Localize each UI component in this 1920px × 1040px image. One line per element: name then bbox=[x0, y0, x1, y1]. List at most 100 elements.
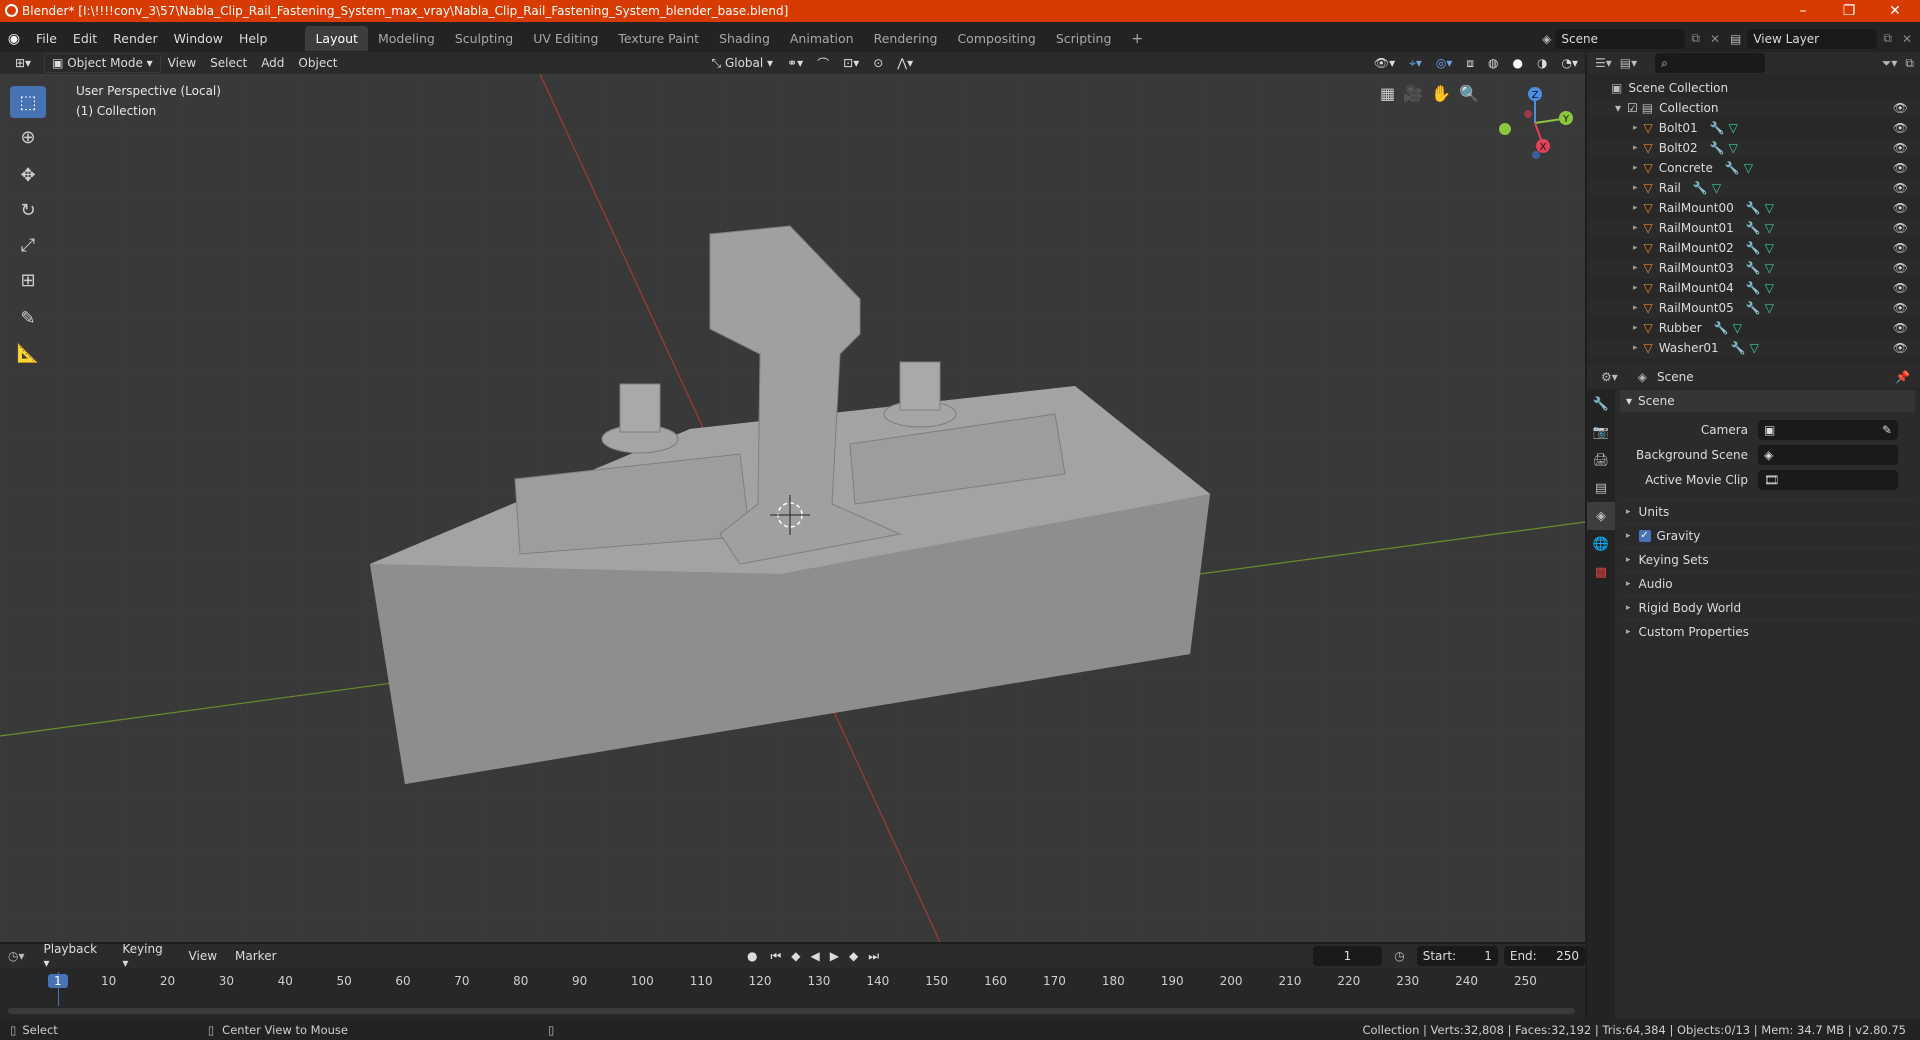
property-section[interactable]: ▸ ✓ Gravity bbox=[1620, 524, 1915, 546]
tab-compositing[interactable]: Compositing bbox=[947, 26, 1045, 51]
visibility-eye-icon[interactable]: 👁 bbox=[1893, 101, 1908, 115]
property-section[interactable]: ▸ Rigid Body World bbox=[1620, 596, 1915, 618]
proportional-edit-icon[interactable]: ⊙ bbox=[866, 54, 890, 72]
eyedropper-icon[interactable]: ✎ bbox=[1882, 423, 1892, 437]
property-section[interactable]: ▸ Audio bbox=[1620, 572, 1915, 594]
maximize-button[interactable]: ❐ bbox=[1826, 0, 1872, 22]
expand-chevron-icon[interactable]: ▸ bbox=[1633, 223, 1638, 233]
outliner-display-mode-icon[interactable]: ▤▾ bbox=[1620, 56, 1637, 70]
scene-icon[interactable]: ◈ bbox=[1538, 32, 1555, 46]
collection-checkbox[interactable]: ☑ bbox=[1627, 101, 1638, 115]
view-layer-icon[interactable]: ▤ bbox=[1724, 32, 1747, 46]
outliner-collection[interactable]: ▾ ☑ ▤ Collection 👁 bbox=[1587, 98, 1920, 118]
menu-edit[interactable]: Edit bbox=[65, 31, 105, 46]
tool-properties-tab-icon[interactable]: 🔧 bbox=[1587, 390, 1615, 418]
new-view-layer-icon[interactable]: ⧉ bbox=[1877, 31, 1898, 46]
rotate-tool-icon[interactable]: ↻ bbox=[10, 194, 46, 226]
orientation-selector[interactable]: ⤡ Global ▾ bbox=[705, 54, 781, 73]
zoom-icon[interactable]: 🔍 bbox=[1459, 84, 1479, 103]
menu-keying[interactable]: Keying ▾ bbox=[115, 940, 177, 972]
visibility-eye-icon[interactable]: 👁 bbox=[1893, 221, 1908, 235]
next-keyframe-icon[interactable]: ◆ bbox=[846, 949, 861, 963]
delete-scene-icon[interactable]: ✕ bbox=[1706, 32, 1724, 46]
menu-select[interactable]: Select bbox=[203, 54, 254, 72]
output-properties-tab-icon[interactable]: 🖨 bbox=[1587, 446, 1615, 474]
property-section[interactable]: ▸ Custom Properties bbox=[1620, 620, 1915, 642]
transform-tool-icon[interactable]: ⊞ bbox=[10, 264, 46, 296]
toggle-camera-grid-icon[interactable]: ▦ bbox=[1380, 84, 1395, 103]
camera-field[interactable]: ▣ ✎ bbox=[1758, 420, 1898, 440]
mesh-data-icon[interactable]: ▽ bbox=[1765, 301, 1774, 315]
outliner-item[interactable]: ▸ ▽ Rail 🔧 ▽ 👁 bbox=[1587, 178, 1920, 198]
play-reverse-icon[interactable]: ◀ bbox=[808, 949, 823, 963]
properties-editor-type-icon[interactable]: ⚙▾ bbox=[1601, 370, 1618, 384]
visibility-eye-icon[interactable]: 👁 bbox=[1893, 321, 1908, 335]
modifier-wrench-icon[interactable]: 🔧 bbox=[1731, 341, 1746, 355]
overlay-toggle-icon[interactable]: ◎▾ bbox=[1429, 54, 1460, 72]
mesh-data-icon[interactable]: ▽ bbox=[1729, 121, 1738, 135]
outliner-item[interactable]: ▸ ▽ RailMount01 🔧 ▽ 👁 bbox=[1587, 218, 1920, 238]
add-workspace-icon[interactable]: + bbox=[1121, 26, 1153, 52]
expand-chevron-icon[interactable]: ▸ bbox=[1633, 263, 1638, 273]
outliner-item[interactable]: ▸ ▽ Washer01 🔧 ▽ 👁 bbox=[1587, 338, 1920, 358]
tab-animation[interactable]: Animation bbox=[780, 26, 864, 51]
property-section[interactable]: ▸ Units bbox=[1620, 500, 1915, 522]
select-box-tool-icon[interactable]: ⬚ bbox=[10, 86, 46, 118]
material-shading-icon[interactable]: ◑ bbox=[1530, 54, 1554, 72]
modifier-wrench-icon[interactable]: 🔧 bbox=[1746, 301, 1761, 315]
gravity-checkbox[interactable]: ✓ bbox=[1638, 529, 1651, 542]
expand-chevron-icon[interactable]: ▸ bbox=[1633, 143, 1638, 153]
mesh-data-icon[interactable]: ▽ bbox=[1712, 181, 1721, 195]
scene-selector[interactable]: Scene bbox=[1555, 28, 1686, 49]
visibility-eye-icon[interactable]: 👁 bbox=[1893, 201, 1908, 215]
expand-chevron-icon[interactable]: ▸ bbox=[1633, 203, 1638, 213]
menu-object[interactable]: Object bbox=[291, 54, 344, 72]
current-frame-field[interactable]: 1 bbox=[1312, 946, 1383, 966]
expand-chevron-icon[interactable]: ▸ bbox=[1633, 243, 1638, 253]
modifier-wrench-icon[interactable]: 🔧 bbox=[1746, 241, 1761, 255]
mesh-data-icon[interactable]: ▽ bbox=[1744, 161, 1753, 175]
new-scene-icon[interactable]: ⧉ bbox=[1685, 31, 1706, 46]
mesh-data-icon[interactable]: ▽ bbox=[1765, 281, 1774, 295]
expand-chevron-icon[interactable]: ▸ bbox=[1633, 283, 1638, 293]
outliner-item[interactable]: ▸ ▽ RailMount00 🔧 ▽ 👁 bbox=[1587, 198, 1920, 218]
tab-shading[interactable]: Shading bbox=[709, 26, 780, 51]
expand-chevron-icon[interactable]: ▸ bbox=[1633, 343, 1638, 353]
delete-view-layer-icon[interactable]: ✕ bbox=[1898, 32, 1920, 46]
collapse-chevron-icon[interactable]: ▾ bbox=[1615, 101, 1621, 115]
jump-end-icon[interactable]: ⏭ bbox=[865, 949, 882, 964]
timeline-editor-type-icon[interactable]: ◷▾ bbox=[8, 949, 25, 963]
outliner-item[interactable]: ▸ ▽ RailMount04 🔧 ▽ 👁 bbox=[1587, 278, 1920, 298]
visibility-eye-icon[interactable]: 👁 bbox=[1893, 161, 1908, 175]
menu-playback[interactable]: Playback ▾ bbox=[37, 940, 112, 972]
modifier-wrench-icon[interactable]: 🔧 bbox=[1746, 221, 1761, 235]
modifier-wrench-icon[interactable]: 🔧 bbox=[1710, 141, 1725, 155]
measure-tool-icon[interactable]: 📐 bbox=[10, 337, 46, 369]
move-tool-icon[interactable]: ✥ bbox=[10, 159, 46, 191]
menu-help[interactable]: Help bbox=[231, 31, 276, 46]
tab-uv-editing[interactable]: UV Editing bbox=[523, 26, 608, 51]
blender-menu-icon[interactable]: ◉ bbox=[0, 31, 28, 47]
mesh-data-icon[interactable]: ▽ bbox=[1765, 201, 1774, 215]
play-icon[interactable]: ▶ bbox=[827, 949, 842, 963]
gizmo-neg-z-axis[interactable] bbox=[1532, 151, 1540, 159]
mesh-data-icon[interactable]: ▽ bbox=[1733, 321, 1742, 335]
render-properties-tab-icon[interactable]: 📷 bbox=[1587, 418, 1615, 446]
outliner-item[interactable]: ▸ ▽ RailMount03 🔧 ▽ 👁 bbox=[1587, 258, 1920, 278]
tab-layout[interactable]: Layout bbox=[305, 26, 368, 51]
tab-texture-paint[interactable]: Texture Paint bbox=[608, 26, 709, 51]
xray-icon[interactable]: ⧈ bbox=[1459, 54, 1481, 73]
solid-shading-icon[interactable]: ● bbox=[1506, 54, 1530, 72]
view-layer-properties-tab-icon[interactable]: ▤ bbox=[1587, 474, 1615, 502]
prev-keyframe-icon[interactable]: ◆ bbox=[788, 949, 803, 963]
mesh-data-icon[interactable]: ▽ bbox=[1765, 261, 1774, 275]
visibility-eye-icon[interactable]: 👁 bbox=[1893, 281, 1908, 295]
menu-file[interactable]: File bbox=[28, 31, 65, 46]
expand-chevron-icon[interactable]: ▸ bbox=[1633, 163, 1638, 173]
menu-add[interactable]: Add bbox=[254, 54, 291, 72]
start-frame-field[interactable]: Start: 1 bbox=[1416, 946, 1498, 966]
outliner-item[interactable]: ▸ ▽ RailMount02 🔧 ▽ 👁 bbox=[1587, 238, 1920, 258]
preview-range-icon[interactable]: ◷ bbox=[1386, 949, 1412, 963]
pivot-icon[interactable]: ⚭▾ bbox=[780, 54, 810, 72]
snap-icon[interactable]: ⌒ bbox=[810, 53, 836, 74]
